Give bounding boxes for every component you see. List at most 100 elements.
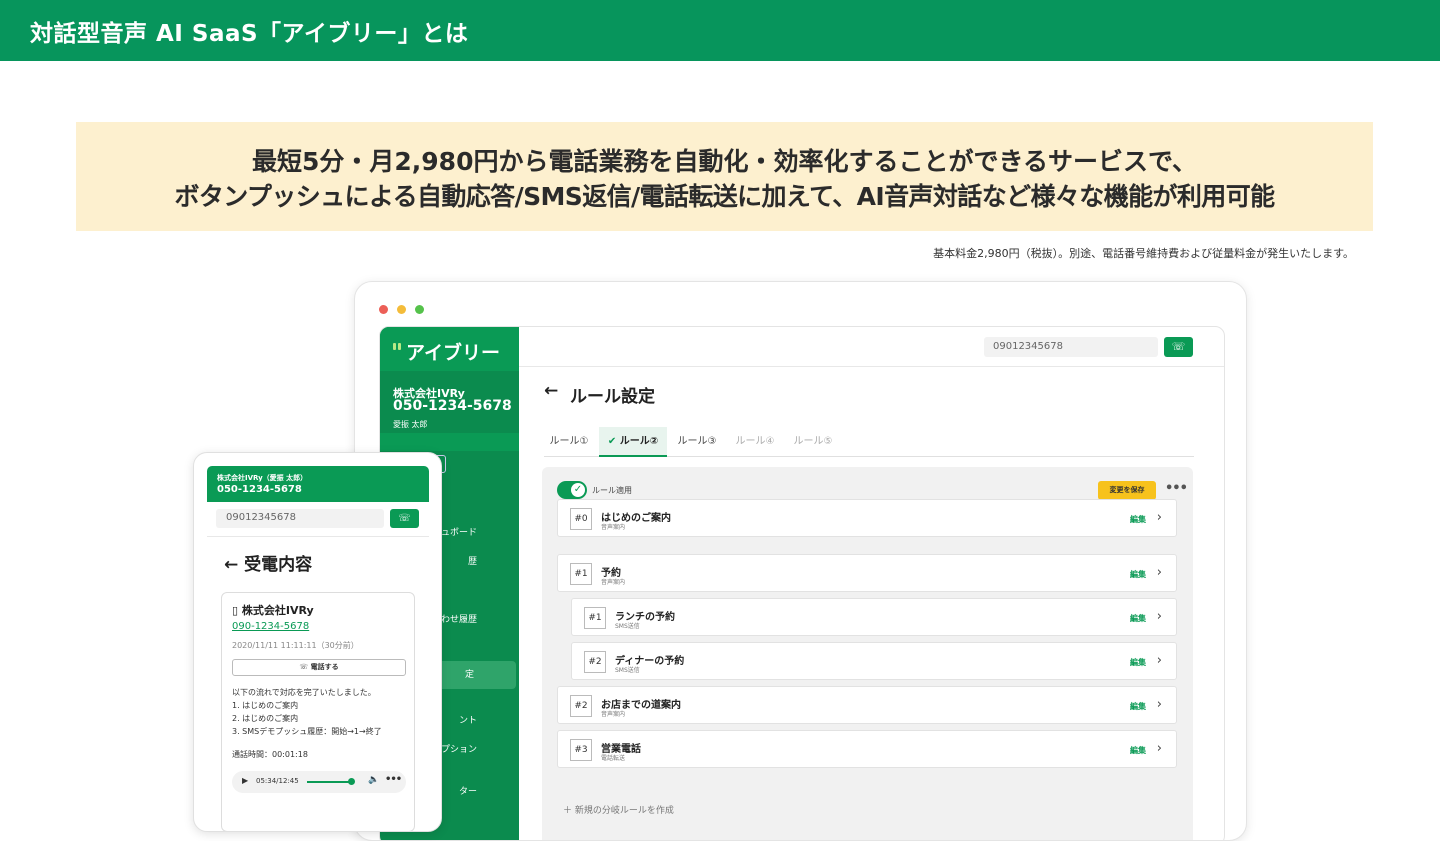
tab-rule-5[interactable]: ルール⑤ [788, 427, 838, 457]
chevron-right-icon[interactable]: › [1157, 653, 1162, 668]
card-company: ▯ 株式会社IVRy [232, 602, 314, 618]
rule-number: #2 [570, 695, 592, 717]
call-button[interactable]: ☏ [1164, 337, 1193, 357]
rule-row[interactable]: #0 はじめのご案内 音声案内 編集 › [557, 499, 1177, 537]
banner-line-2: ボタンプッシュによる自動応答/SMS返信/電話転送に加えて、AI音声対話など様々… [174, 182, 1275, 211]
phone-call-button[interactable]: ☏ [390, 509, 419, 528]
sidebar-band [380, 433, 519, 451]
play-icon[interactable]: ▶ [242, 776, 248, 785]
user-name: 愛振 太郎 [393, 420, 428, 429]
page-title: 対話型音声 AI SaaS「アイブリー」とは [30, 21, 469, 47]
rule-panel: ✓ ルール適用 変更を保存 ••• #0 はじめのご案内 音声案内 編集 › #… [542, 467, 1193, 840]
flow-step: 2. はじめのご案内 [232, 714, 299, 723]
tab-rule-1[interactable]: ルール① [544, 427, 594, 457]
rule-number: #1 [570, 563, 592, 585]
call-back-label: 電話する [310, 663, 339, 671]
incoming-call-title-text: 受電内容 [244, 555, 313, 575]
rule-type: 音声案内 [601, 579, 626, 586]
rule-row[interactable]: #1 ランチの予約 SMS送信 編集 › [571, 598, 1177, 636]
topbar-divider [519, 366, 1224, 367]
close-window-dot[interactable] [379, 305, 388, 314]
rule-number: #1 [584, 607, 606, 629]
flow-step: 1. はじめのご案内 [232, 701, 299, 710]
save-button[interactable]: 変更を保存 [1098, 481, 1156, 500]
rule-type: SMS送信 [615, 623, 640, 630]
app-frame: アイブリー 株式会社IVRy 050-1234-5678 愛振 太郎 ュボード … [379, 326, 1225, 840]
new-rule-label: 新規の分岐ルールを作成 [574, 806, 674, 816]
progress-handle[interactable] [348, 778, 355, 785]
edit-link[interactable]: 編集 [1130, 613, 1146, 624]
rule-row[interactable]: #2 ディナーの予約 SMS送信 編集 › [571, 642, 1177, 680]
edit-link[interactable]: 編集 [1130, 514, 1146, 525]
rule-settings-title: ルール設定 [570, 387, 655, 407]
check-icon: ✓ [571, 483, 585, 497]
incoming-call-title: ← 受電内容 [224, 550, 312, 575]
desktop-window: アイブリー 株式会社IVRy 050-1234-5678 愛振 太郎 ュボード … [354, 281, 1247, 841]
tab-rule-3[interactable]: ルール③ [672, 427, 722, 457]
progress-bar[interactable] [307, 781, 351, 783]
edit-link[interactable]: 編集 [1130, 657, 1146, 668]
more-icon[interactable]: ••• [385, 774, 402, 785]
rule-apply-toggle[interactable]: ✓ [557, 481, 587, 499]
chevron-right-icon[interactable]: › [1157, 609, 1162, 624]
phone-header: 株式会社IVRy（愛振 太郎） 050-1234-5678 [207, 466, 429, 502]
flow-step: 3. SMSデモプッシュ履歴：開始→1→終了 [232, 727, 382, 736]
toggle-label: ルール適用 [592, 486, 632, 495]
banner-line-1: 最短5分・月2,980円から電話業務を自動化・効率化することができるサービスで、 [252, 147, 1197, 176]
rule-type: 音声案内 [601, 711, 626, 718]
flow-text: 以下の流れで対応を完了いたしました。 [232, 688, 376, 697]
logo-text: アイブリー [406, 342, 501, 364]
chevron-right-icon[interactable]: › [1157, 565, 1162, 580]
minimize-window-dot[interactable] [397, 305, 406, 314]
check-circle-icon: ✔ [607, 436, 620, 447]
chevron-right-icon[interactable]: › [1157, 697, 1162, 712]
back-arrow-icon[interactable]: ← [224, 555, 244, 575]
phone-icon: ☏ [1171, 340, 1186, 353]
rule-type: 音声案内 [601, 524, 626, 531]
rule-row[interactable]: #2 お店までの道案内 音声案内 編集 › [557, 686, 1177, 724]
edit-link[interactable]: 編集 [1130, 569, 1146, 580]
call-duration: 通話時間：00:01:18 [232, 750, 308, 759]
rule-number: #0 [570, 508, 592, 530]
summary-banner: 最短5分・月2,980円から電話業務を自動化・効率化することができるサービスで、… [76, 122, 1373, 231]
card-company-name: 株式会社IVRy [241, 604, 314, 617]
rule-row[interactable]: #1 予約 音声案内 編集 › [557, 554, 1177, 592]
dial-input[interactable]: 09012345678 [984, 337, 1158, 357]
logo-icon [393, 343, 403, 353]
phone-mockup: 株式会社IVRy（愛振 太郎） 050-1234-5678 0901234567… [193, 452, 442, 832]
rule-number: #3 [570, 739, 592, 761]
company-phone: 050-1234-5678 [393, 398, 512, 414]
audio-player: ▶ 05:34/12:45 🔈 ••• [232, 771, 406, 793]
rule-row[interactable]: #3 営業電話 電話転送 編集 › [557, 730, 1177, 768]
phone-dial-input[interactable]: 09012345678 [216, 509, 384, 528]
phone-icon: ☏ [299, 663, 311, 671]
rule-number: #2 [584, 651, 606, 673]
logo-row: アイブリー [380, 327, 519, 371]
volume-icon[interactable]: 🔈 [368, 775, 379, 785]
plus-icon: ＋ [563, 806, 575, 816]
chevron-right-icon[interactable]: › [1157, 510, 1162, 525]
back-arrow-icon[interactable]: ← [544, 381, 558, 401]
tab-rule-2[interactable]: ✔ ルール② [599, 427, 667, 457]
phone-company: 株式会社IVRy（愛振 太郎） [217, 474, 308, 482]
phone-number: 050-1234-5678 [217, 484, 302, 495]
pricing-note: 基本料金2,980円（税抜）。別途、電話番号維持費および従量料金が発生いたします… [933, 247, 1354, 260]
tab-rule-4[interactable]: ルール④ [730, 427, 780, 457]
more-icon[interactable]: ••• [1165, 481, 1188, 496]
building-icon: ▯ [232, 604, 242, 617]
card-phone-link[interactable]: 090-1234-5678 [232, 621, 309, 632]
call-back-button[interactable]: ☏ 電話する [232, 659, 406, 676]
maximize-window-dot[interactable] [415, 305, 424, 314]
rule-type: 電話転送 [601, 755, 626, 762]
rule-tabs: ルール① ✔ ルール② ルール③ ルール④ ルール⑤ [544, 427, 1194, 457]
rule-type: SMS送信 [615, 667, 640, 674]
edit-link[interactable]: 編集 [1130, 701, 1146, 712]
phone-divider [207, 536, 429, 537]
tab-rule-2-label: ルール② [619, 436, 659, 447]
card-timestamp: 2020/11/11 11:11:11（30分前） [232, 641, 359, 650]
phone-icon: ☏ [398, 513, 411, 524]
call-detail-card: ▯ 株式会社IVRy 090-1234-5678 2020/11/11 11:1… [221, 592, 415, 831]
header-bar: 対話型音声 AI SaaS「アイブリー」とは [0, 0, 1440, 61]
chevron-right-icon[interactable]: › [1157, 741, 1162, 756]
edit-link[interactable]: 編集 [1130, 745, 1146, 756]
